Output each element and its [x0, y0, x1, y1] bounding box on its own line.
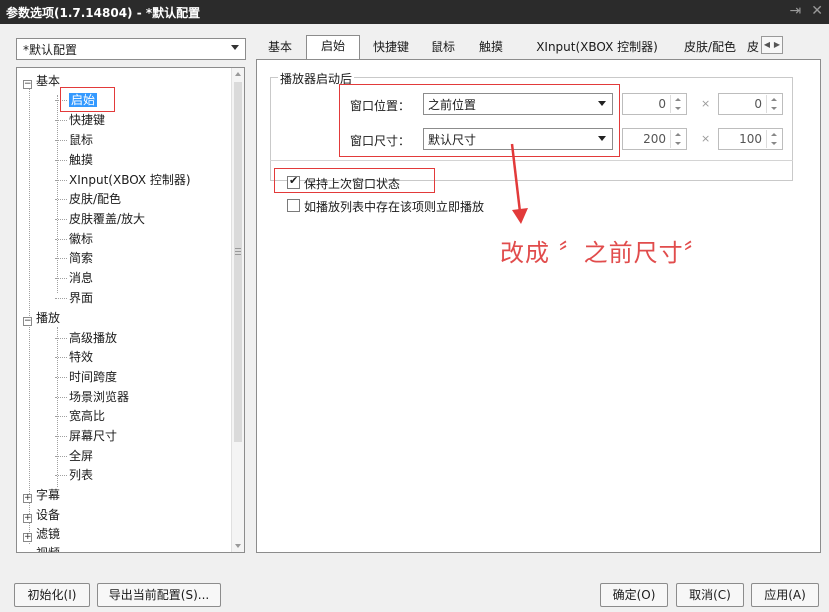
window-height-spinner[interactable]: 100: [718, 128, 783, 150]
tree-group-subtitles[interactable]: + 字幕: [23, 486, 60, 504]
profile-select-value: *默认配置: [23, 42, 78, 57]
spinner-buttons[interactable]: [670, 95, 685, 113]
tab-hotkeys[interactable]: 快捷键: [364, 37, 418, 57]
tab-scroll-buttons: ◀ ▶: [761, 36, 783, 54]
tree-item-screen-size[interactable]: 屏幕尺寸: [54, 427, 117, 445]
spinner-buttons[interactable]: [766, 130, 781, 148]
expand-icon[interactable]: +: [23, 514, 32, 523]
collapse-icon[interactable]: −: [23, 317, 32, 326]
window-title: 参数选项(1.7.14804) - *默认配置: [6, 5, 201, 20]
times-icon: ×: [701, 132, 711, 145]
expand-icon[interactable]: +: [23, 494, 32, 503]
tree-item-playlist[interactable]: 列表: [54, 466, 93, 484]
spin-up-icon[interactable]: [771, 98, 777, 101]
tree-item-touch[interactable]: 触摸: [54, 151, 93, 169]
spin-down-icon[interactable]: [771, 107, 777, 110]
export-config-button[interactable]: 导出当前配置(S)...: [97, 583, 221, 607]
window-y-spinner[interactable]: 0: [718, 93, 783, 115]
tree-group-filters[interactable]: + 滤镜: [23, 525, 60, 543]
tree-item-advanced-playback[interactable]: 高级播放: [54, 329, 117, 347]
spin-up-icon[interactable]: [675, 133, 681, 136]
pin-icon[interactable]: ⇥: [790, 3, 802, 19]
tab-mouse[interactable]: 鼠标: [420, 37, 466, 57]
scroll-up-icon[interactable]: [235, 72, 241, 76]
tree-item-hotkeys[interactable]: 快捷键: [54, 111, 105, 129]
tree-item-skin[interactable]: 皮肤/配色: [54, 190, 121, 208]
tree-group-video[interactable]: +视频: [23, 544, 60, 553]
play-if-in-list-label: 如播放列表中存在该项则立即播放: [304, 200, 485, 214]
tab-startup[interactable]: 启始: [306, 35, 360, 60]
annotation-highlight-window: [339, 84, 620, 157]
spin-up-icon[interactable]: [675, 98, 681, 101]
chevron-right-icon[interactable]: ▶: [772, 37, 782, 53]
tree-item-mouse[interactable]: 鼠标: [54, 131, 93, 149]
tab-skin[interactable]: 皮肤/配色: [678, 37, 742, 57]
tree-item-xinput[interactable]: XInput(XBOX 控制器): [55, 171, 191, 189]
window-width-spinner[interactable]: 200: [622, 128, 687, 150]
tree-item-aspect-ratio[interactable]: 宽高比: [54, 407, 105, 425]
ok-button[interactable]: 确定(O): [600, 583, 668, 607]
grip-icon: [235, 248, 241, 249]
tree-item-timespan[interactable]: 时间跨度: [54, 368, 117, 386]
annotation-highlight-tree: [60, 87, 115, 112]
spin-down-icon[interactable]: [675, 107, 681, 110]
tree-item-interface[interactable]: 界面: [54, 289, 93, 307]
play-if-in-list-checkbox[interactable]: [287, 199, 300, 212]
tab-xinput[interactable]: XInput(XBOX 控制器): [530, 37, 664, 57]
apply-button[interactable]: 应用(A): [751, 583, 819, 607]
chevron-down-icon: [231, 45, 239, 50]
tree-group-devices[interactable]: + 设备: [23, 506, 60, 524]
tree-item-messages[interactable]: 消息: [54, 269, 93, 287]
scrollbar-thumb[interactable]: [234, 82, 242, 442]
scroll-down-icon[interactable]: [235, 544, 241, 548]
init-button[interactable]: 初始化(I): [14, 583, 90, 607]
spinner-buttons[interactable]: [766, 95, 781, 113]
tree-scrollbar[interactable]: [231, 68, 244, 552]
tab-bar: 基本 启始 快捷键 鼠标 触摸 XInput(XBOX 控制器) 皮肤/配色 皮: [258, 35, 822, 60]
tree-group-basic[interactable]: − 基本: [23, 72, 60, 90]
tab-skin-overlay[interactable]: 皮: [744, 37, 762, 57]
cancel-button[interactable]: 取消(C): [676, 583, 744, 607]
tree-item-index[interactable]: 简索: [54, 249, 93, 267]
close-icon[interactable]: ✕: [811, 3, 823, 19]
chevron-left-icon[interactable]: ◀: [762, 37, 772, 53]
spin-down-icon[interactable]: [675, 142, 681, 145]
tree-item-skin-overlay[interactable]: 皮肤覆盖/放大: [54, 210, 145, 228]
settings-tree: − 基本 启始 快捷键 鼠标 触摸 XInput(XBOX 控制器) 皮肤/配色 …: [16, 67, 245, 553]
tree-item-logo[interactable]: 徽标: [54, 230, 93, 248]
expand-icon[interactable]: +: [23, 533, 32, 542]
tab-touch[interactable]: 触摸: [468, 37, 514, 57]
tab-basic[interactable]: 基本: [258, 37, 302, 57]
times-icon: ×: [701, 97, 711, 110]
tree-item-scene-browser[interactable]: 场景浏览器: [54, 388, 129, 406]
title-bar: 参数选项(1.7.14804) - *默认配置 ⇥ ✕: [0, 0, 829, 24]
tree-group-playback[interactable]: − 播放: [23, 309, 60, 327]
annotation-arrow-icon: [510, 143, 528, 224]
spin-down-icon[interactable]: [771, 142, 777, 145]
spin-up-icon[interactable]: [771, 133, 777, 136]
profile-select[interactable]: *默认配置: [16, 38, 246, 60]
expand-icon[interactable]: +: [24, 552, 32, 553]
annotation-text: 改成 〞之前尺寸〞: [500, 239, 709, 267]
window-x-spinner[interactable]: 0: [622, 93, 687, 115]
spinner-buttons[interactable]: [670, 130, 685, 148]
annotation-highlight-checkbox: [274, 168, 435, 193]
tree-item-fullscreen[interactable]: 全屏: [54, 447, 93, 465]
tree-item-effects[interactable]: 特效: [54, 348, 93, 366]
collapse-icon[interactable]: −: [23, 80, 32, 89]
